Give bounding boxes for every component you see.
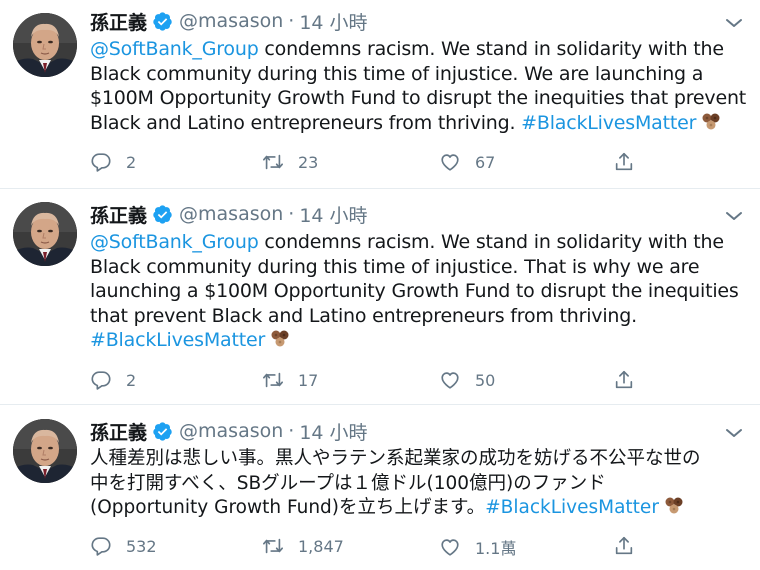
retweet-count: 23: [298, 152, 319, 172]
reply-icon: [90, 535, 112, 557]
tweet[interactable]: 孫正義 @masason · 14 小時 人種差別は悲しい事。黒人やラテン系起業…: [0, 405, 760, 570]
avatar[interactable]: [13, 202, 77, 266]
retweet-button[interactable]: 17: [262, 369, 318, 391]
tweet[interactable]: 孫正義 @masason · 14 小時 @SoftBank_Group con…: [0, 189, 760, 405]
timestamp[interactable]: 14 小時: [299, 418, 367, 445]
handle[interactable]: @masason: [179, 203, 283, 225]
mention-link[interactable]: @SoftBank_Group: [90, 231, 259, 253]
like-icon: [439, 536, 461, 558]
action-bar: 2 23 67: [90, 151, 650, 175]
like-button[interactable]: 50: [439, 369, 495, 391]
text-line: 人種差別は悲しい事。黒人やラテン系起業家の成功を妨げる不公平な世の: [90, 448, 701, 469]
retweet-icon: [262, 151, 284, 173]
text-line: condemns racism. We stand in solidarity …: [258, 231, 724, 253]
chevron-down-icon[interactable]: [724, 16, 744, 30]
share-icon: [613, 151, 635, 173]
handle[interactable]: @masason: [179, 10, 283, 32]
tweet-header: 孫正義 @masason · 14 小時: [90, 418, 368, 444]
text-line: 中を打開すべく、SBグループは１億ドル(100億円)のファンド: [90, 472, 606, 494]
text-line: launching a $100M Opportunity Growth Fun…: [90, 280, 739, 302]
text-line: Black community during this time of inju…: [90, 62, 704, 85]
retweet-count: 1,847: [298, 536, 344, 556]
like-icon: [439, 369, 461, 391]
text-line: that prevent Black and Latino entreprene…: [90, 304, 637, 327]
reply-icon: [90, 369, 112, 391]
raised-fist-emoji-icon: [661, 496, 687, 516]
text-line: condemns racism. We stand in solidarity …: [258, 38, 724, 60]
separator-dot: ·: [288, 420, 295, 442]
tweet-text: @SoftBank_Group condemns racism. We stan…: [90, 230, 750, 353]
reply-count: 2: [126, 152, 137, 172]
tweet-text: @SoftBank_Group condemns racism. We stan…: [90, 37, 750, 135]
like-icon: [439, 151, 461, 173]
text-line: Black community during this time of inju…: [90, 255, 700, 278]
text-line: $100M Opportunity Growth Fund to disrupt…: [90, 87, 747, 109]
display-name[interactable]: 孫正義: [90, 201, 147, 228]
like-button[interactable]: 67: [439, 151, 495, 173]
reply-count: 532: [126, 536, 157, 556]
reply-icon: [90, 151, 112, 173]
like-count: 1.1萬: [475, 539, 517, 558]
tweet[interactable]: 孫正義 @masason · 14 小時 @SoftBank_Group con…: [0, 0, 760, 189]
mention-link[interactable]: @SoftBank_Group: [90, 38, 259, 60]
chevron-down-icon[interactable]: [724, 209, 744, 223]
separator-dot: ·: [288, 203, 295, 225]
share-button[interactable]: [613, 151, 649, 173]
retweet-icon: [262, 369, 284, 391]
avatar[interactable]: [13, 13, 77, 77]
raised-fist-emoji-icon: [267, 329, 293, 349]
verified-badge-icon: [152, 11, 173, 32]
share-button[interactable]: [613, 535, 649, 557]
action-bar: 532 1,847 1.1萬: [90, 535, 650, 559]
like-count: 50: [475, 370, 496, 390]
reply-button[interactable]: 2: [90, 151, 136, 173]
retweet-icon: [262, 535, 284, 557]
tweet-text: 人種差別は悲しい事。黒人やラテン系起業家の成功を妨げる不公平な世の 中を打開すべ…: [90, 447, 750, 521]
verified-badge-icon: [152, 204, 173, 225]
action-bar: 2 17 50: [90, 369, 650, 393]
timestamp[interactable]: 14 小時: [299, 8, 367, 35]
text-line: Black and Latino entrepreneurs from thri…: [90, 111, 522, 134]
reply-count: 2: [126, 370, 137, 390]
hashtag-link[interactable]: #BlackLivesMatter: [521, 112, 696, 134]
retweet-count: 17: [298, 370, 319, 390]
raised-fist-emoji-icon: [698, 112, 724, 132]
share-icon: [613, 535, 635, 557]
tweet-header: 孫正義 @masason · 14 小時: [90, 8, 368, 34]
share-button[interactable]: [613, 369, 649, 391]
reply-button[interactable]: 2: [90, 369, 136, 391]
tweet-header: 孫正義 @masason · 14 小時: [90, 201, 368, 227]
hashtag-link[interactable]: #BlackLivesMatter: [90, 329, 265, 351]
chevron-down-icon[interactable]: [724, 426, 744, 440]
handle[interactable]: @masason: [179, 420, 283, 442]
timestamp[interactable]: 14 小時: [299, 201, 367, 228]
separator-dot: ·: [288, 10, 295, 32]
retweet-button[interactable]: 23: [262, 151, 318, 173]
avatar[interactable]: [13, 419, 77, 483]
verified-badge-icon: [152, 421, 173, 442]
retweet-button[interactable]: 1,847: [262, 535, 344, 557]
like-button[interactable]: 1.1萬: [439, 535, 516, 559]
display-name[interactable]: 孫正義: [90, 8, 147, 35]
text-line: (Opportunity Growth Fund)を立ち上げます。: [90, 497, 486, 518]
share-icon: [613, 369, 635, 391]
reply-button[interactable]: 532: [90, 535, 157, 557]
display-name[interactable]: 孫正義: [90, 418, 147, 445]
like-count: 67: [475, 152, 496, 172]
hashtag-link[interactable]: #BlackLivesMatter: [485, 497, 659, 518]
